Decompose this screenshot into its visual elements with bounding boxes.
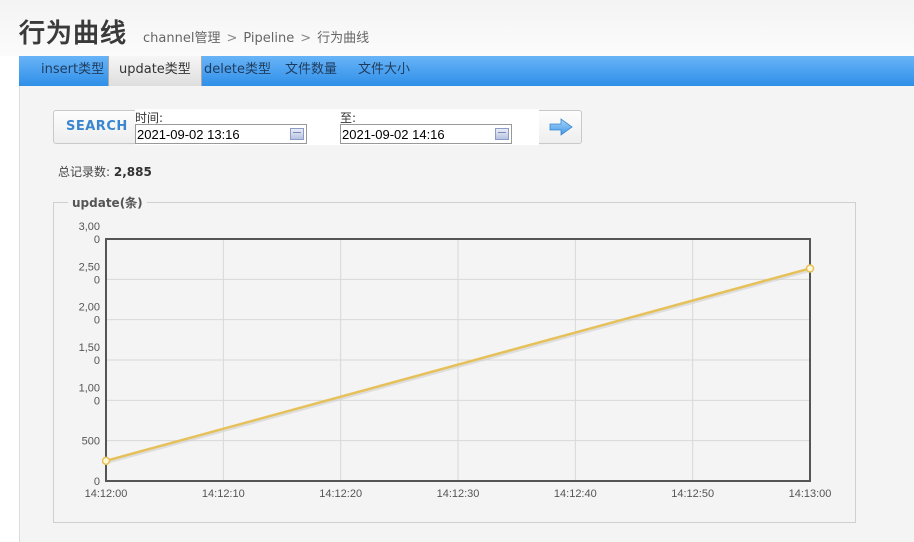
breadcrumb: channel管理 > Pipeline > 行为曲线 [143, 27, 369, 46]
breadcrumb-item-pipeline[interactable]: Pipeline [243, 31, 294, 46]
y-tick-label: 2,00 0 [79, 302, 100, 327]
x-tick-label: 14:12:00 [85, 488, 128, 500]
data-point [101, 456, 111, 466]
page-header: 行为曲线 channel管理 > Pipeline > 行为曲线 [0, 0, 914, 56]
main-content: SEARCH 时间: 2021-09-02 13:16 至: 2021-09-0… [19, 86, 914, 542]
y-tick-label: 1,00 0 [79, 382, 100, 407]
line-chart: 0 500 1,00 0 1,50 0 2,00 0 2,50 0 3,00 0 14:12:00 14:… [79, 221, 832, 500]
tab-bar: insert类型 update类型 delete类型 文件数量 文件大小 [19, 56, 914, 87]
y-tick-label: 2,50 0 [79, 261, 100, 286]
x-tick-label: 14:12:50 [671, 488, 714, 500]
y-tick-label: 1,50 0 [79, 342, 100, 367]
data-point [805, 264, 815, 273]
breadcrumb-item-channel[interactable]: channel管理 [143, 31, 220, 46]
x-tick-label: 14:12:20 [319, 488, 362, 500]
y-tick-label: 0 [94, 476, 100, 488]
x-tick-label: 14:12:10 [202, 488, 245, 500]
x-tick-label: 14:12:40 [554, 488, 597, 500]
breadcrumb-separator: > [300, 31, 312, 46]
tab-delete[interactable]: delete类型 [194, 56, 281, 86]
page-title: 行为曲线 [19, 19, 128, 49]
tab-insert[interactable]: insert类型 [31, 56, 114, 86]
x-tick-label: 14:13:00 [789, 488, 832, 500]
y-tick-label: 3,00 0 [79, 221, 100, 246]
tab-file-count[interactable]: 文件数量 [275, 56, 347, 86]
x-tick-label: 14:12:30 [437, 488, 480, 500]
tab-file-size[interactable]: 文件大小 [348, 56, 420, 86]
breadcrumb-separator: > [226, 31, 238, 46]
tab-update[interactable]: update类型 [108, 56, 202, 86]
breadcrumb-item-current: 行为曲线 [317, 31, 370, 46]
y-tick-label: 500 [82, 436, 100, 448]
